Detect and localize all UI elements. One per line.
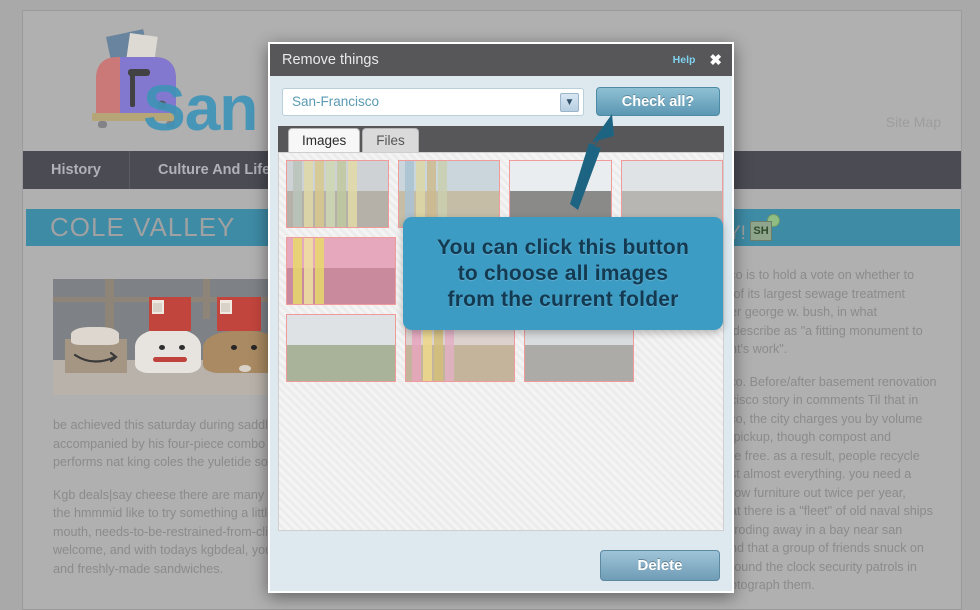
- thumbnail-stripe: [304, 238, 313, 304]
- thumbnail-stripe: [293, 161, 302, 227]
- left-line-4: Kgb deals|say cheese there are many leve: [53, 487, 291, 502]
- article-left-column: be achieved this saturday during saddleb…: [53, 416, 303, 592]
- tab-images[interactable]: Images: [288, 128, 361, 152]
- right-line-1: sco is to hold a vote on whether to: [723, 268, 915, 282]
- callout-line-2: to choose all images: [457, 261, 669, 285]
- right-line-6: sco. Before/after basement renovation: [723, 374, 937, 389]
- thumbnail-sky: [621, 161, 722, 191]
- thumbnail-stripe: [348, 161, 357, 227]
- right-line-12: hrow furniture out twice per year,: [723, 485, 906, 500]
- thumbnail-sky: [398, 161, 499, 191]
- left-line-3: performs nat king coles the yuletide son…: [53, 455, 282, 469]
- callout-line-3: from the current folder: [447, 287, 679, 311]
- dialog-footer: Delete: [270, 539, 732, 591]
- dialog-titlebar: Remove things Help ✖: [270, 44, 732, 76]
- thumbnail-stripe: [315, 238, 324, 304]
- right-line-14: orroding away in a bay near san: [723, 522, 903, 537]
- thumbnail-pink-corner-storefront[interactable]: [286, 237, 396, 305]
- callout-tooltip: You can click this button to choose all …: [403, 217, 723, 330]
- right-line-16: t round the clock security patrols in: [723, 559, 917, 574]
- left-line-5: the hmmmid like to try something a littl…: [53, 506, 282, 520]
- folder-select-value: San-Francisco: [292, 94, 380, 109]
- right-line-2: e of its largest sewage treatment: [723, 286, 906, 301]
- help-link[interactable]: Help: [673, 54, 696, 66]
- callout-line-1: You can click this button: [437, 235, 689, 259]
- site-map-link[interactable]: Site Map: [886, 114, 941, 130]
- article-photo: [53, 279, 293, 395]
- thumbnail-stripe: [337, 161, 346, 227]
- dialog-title: Remove things: [282, 52, 379, 68]
- chevron-down-icon[interactable]: ▼: [560, 92, 579, 112]
- nav-item-history[interactable]: History: [23, 151, 130, 189]
- right-line-4: s describe as "a fitting monument to: [723, 323, 923, 338]
- folder-select[interactable]: San-Francisco ▼: [282, 87, 584, 116]
- close-icon[interactable]: ✖: [709, 53, 722, 68]
- article-right-column: sco is to hold a vote on whether to e of…: [723, 266, 961, 609]
- delete-button[interactable]: Delete: [600, 549, 720, 581]
- check-all-button[interactable]: Check all?: [596, 87, 720, 116]
- right-line-15: and that a group of friends snuck on: [723, 541, 924, 555]
- thumbnail-ground: [287, 344, 395, 381]
- thumbnail-sky: [287, 315, 395, 345]
- status-badge[interactable]: SH: [750, 221, 772, 241]
- right-line-10: are free. as a result, people recycle: [723, 448, 920, 463]
- left-line-7: welcome, and with todays kgbdeal, you ca: [53, 543, 289, 557]
- right-line-3: fter george w. bush, in what: [723, 305, 878, 319]
- thumbnail-stripe: [315, 161, 324, 227]
- right-line-8: sco, the city charges you by volume: [723, 411, 923, 426]
- left-line-1: be achieved this saturday during saddleb…: [53, 418, 294, 432]
- thumbnail-ground: [525, 344, 633, 381]
- thumbnail-stripe: [304, 161, 313, 227]
- right-line-7: ncisco story in comments Til that in: [723, 393, 919, 407]
- thumbnail-grid[interactable]: [278, 152, 724, 531]
- thumbnail-stripe: [326, 161, 335, 227]
- right-line-13: hat there is a "fleet" of old naval ship…: [723, 504, 933, 518]
- left-line-8: and freshly-made sandwiches.: [53, 561, 224, 576]
- right-line-11: ost almost everything. you need a: [723, 467, 912, 481]
- tab-strip: Images Files: [278, 126, 724, 152]
- dialog-toolbar: San-Francisco ▼ Check all?: [270, 76, 732, 126]
- thumbnail-sky: [510, 161, 611, 191]
- right-line-17: hotograph them.: [723, 578, 815, 592]
- thumbnail-victorian-houses-park[interactable]: [286, 314, 396, 382]
- thumbnail-stripe: [293, 238, 302, 304]
- right-line-9: e pickup, though compost and: [723, 430, 892, 444]
- left-line-6: mouth, needs-to-be-restrained-from-climb…: [53, 524, 289, 539]
- left-line-2: accompanied by his four-piece combo as: [53, 436, 282, 451]
- tab-files[interactable]: Files: [362, 128, 419, 152]
- thumbnail-mural-wall-colorful[interactable]: [286, 160, 389, 228]
